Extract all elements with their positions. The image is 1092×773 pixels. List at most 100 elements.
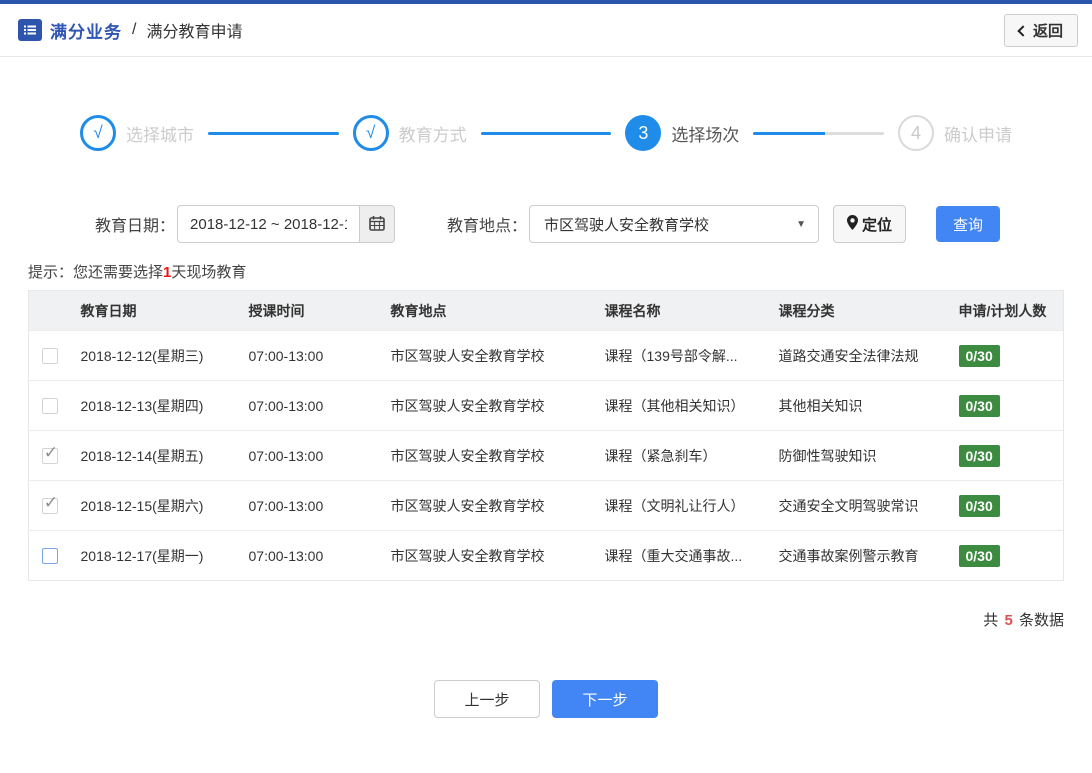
step-1-label: 选择城市 [126,125,194,145]
step-education-mode: √ 教育方式 [352,115,467,151]
session-table-header: 教育日期 授课时间 教育地点 课程名称 课程分类 申请/计划人数 [28,290,1064,331]
row-quota-cell: 0/30 [948,480,1064,531]
row-checkbox-cell [28,380,71,431]
caret-down-icon: ▼ [796,218,807,230]
breadcrumb-secondary: 满分教育申请 [146,24,243,41]
row-date: 2018-12-17(星期一) [70,530,239,581]
column-header-category: 课程分类 [768,290,949,331]
row-date: 2018-12-12(星期三) [70,330,239,381]
session-table-body: 2018-12-12(星期三) 07:00-13:00 市区驾驶人安全教育学校 课程（… [28,330,1064,581]
row-quota-cell: 0/30 [948,330,1064,381]
education-place-select[interactable]: 市区驾驶人安全教育学校 ▼ [529,205,820,243]
step-select-city: √ 选择城市 [80,115,194,151]
education-place-value: 市区驾驶人安全教育学校 [544,216,710,234]
education-date-input[interactable] [177,205,360,243]
row-category: 道路交通安全法律法规 [768,330,949,381]
date-range-group [177,205,396,243]
row-checkbox-cell: ✓ [28,430,71,481]
hint-suffix: 天现场教育 [171,264,247,281]
row-category: 其他相关知识 [768,380,949,431]
step-1-marker: √ [80,115,116,151]
step-select-session: 3 选择场次 [625,115,739,151]
column-header-time: 授课时间 [238,290,381,331]
breadcrumb-separator: / [132,21,137,38]
total-count-number: 5 [1004,612,1013,629]
breadcrumb-primary: 满分业务 [50,22,122,42]
back-button[interactable]: 返回 [1003,13,1078,47]
stepper-connector-3 [753,131,885,135]
row-place: 市区驾驶人安全教育学校 [380,530,595,581]
row-quota-cell: 0/30 [948,380,1064,431]
row-time: 07:00-13:00 [238,380,381,431]
row-date: 2018-12-14(星期五) [70,430,239,481]
row-time: 07:00-13:00 [238,530,381,581]
row-checkbox-cell [28,530,71,581]
total-prefix: 共 [983,612,999,629]
row-place: 市区驾驶人安全教育学校 [380,330,595,381]
step-2-label: 教育方式 [398,125,467,145]
row-category: 交通事故案例警示教育 [768,530,949,581]
step-2-marker: √ [352,115,389,151]
row-checkbox-cell: ✓ [28,480,71,531]
check-icon: ✓ [43,443,58,463]
education-place-label: 教育地点： [447,218,528,235]
row-place: 市区驾驶人安全教育学校 [380,380,595,431]
column-header-quota: 申请/计划人数 [948,290,1064,331]
row-course: 课程（重大交通事故... [594,530,769,581]
row-place: 市区驾驶人安全教育学校 [380,480,595,531]
table-row: ✓ 2018-12-14(星期五) 07:00-13:00 市区驾驶人安全教育学校 课程… [28,430,1064,481]
prev-step-button[interactable]: 上一步 [434,680,540,718]
quota-badge: 0/30 [958,344,1000,367]
locate-button[interactable]: 定位 [833,205,907,243]
row-quota-cell: 0/30 [948,530,1064,581]
row-checkbox[interactable]: ✓ [41,493,58,515]
step-confirm-application: 4 确认申请 [898,115,1012,151]
table-row: 2018-12-17(星期一) 07:00-13:00 市区驾驶人安全教育学校 课程（… [28,530,1064,581]
quota-badge: 0/30 [958,494,1000,517]
row-course: 课程（139号部令解... [594,330,769,381]
row-date: 2018-12-15(星期六) [70,480,239,531]
session-table: 教育日期 授课时间 教育地点 课程名称 课程分类 申请/计划人数 2018-12… [28,290,1064,581]
wizard-actions: 上一步 下一步 [0,680,1092,718]
back-button-label: 返回 [1032,22,1063,40]
row-checkbox[interactable] [41,398,58,415]
stepper-connector-1 [208,131,339,135]
row-category: 交通安全文明驾驶常识 [768,480,949,531]
table-row: ✓ 2018-12-15(星期六) 07:00-13:00 市区驾驶人安全教育学校 课程… [28,480,1064,531]
step-4-label: 确认申请 [944,125,1013,145]
row-checkbox[interactable]: ✓ [41,443,58,465]
filter-bar: 教育日期： 教育地点： 市区驾驶人安全教育学校 ▼ [95,205,1064,243]
row-time: 07:00-13:00 [238,430,381,481]
row-place: 市区驾驶人安全教育学校 [380,430,595,481]
total-count: 共 5 条数据 [0,609,1064,630]
page-header: 满分业务 / 满分教育申请 返回 [0,4,1092,57]
row-checkbox[interactable] [41,348,58,365]
table-row: 2018-12-13(星期四) 07:00-13:00 市区驾驶人安全教育学校 课程（… [28,380,1064,431]
locate-button-label: 定位 [862,216,893,234]
row-category: 防御性驾驶知识 [768,430,949,481]
quota-badge: 0/30 [958,394,1000,417]
column-header-course: 课程名称 [594,290,769,331]
row-date: 2018-12-13(星期四) [70,380,239,431]
quota-badge: 0/30 [958,544,1000,567]
column-header-date: 教育日期 [70,290,239,331]
total-suffix: 条数据 [1018,612,1064,629]
row-checkbox[interactable] [41,548,58,565]
calendar-button[interactable] [359,205,396,243]
quota-badge: 0/30 [958,444,1000,467]
column-header-place: 教育地点 [380,290,595,331]
table-row: 2018-12-12(星期三) 07:00-13:00 市区驾驶人安全教育学校 课程（… [28,330,1064,381]
search-button[interactable]: 查询 [936,206,1001,242]
check-icon: ✓ [43,493,58,513]
step-3-label: 选择场次 [671,125,740,145]
step-3-marker: 3 [625,115,662,151]
stepper: √ 选择城市 √ 教育方式 3 选择场次 4 确认申请 [0,113,1092,153]
next-step-button[interactable]: 下一步 [552,680,658,718]
hint-prefix: 提示：您还需要选择 [28,264,164,281]
location-pin-icon [847,214,859,234]
row-checkbox-cell [28,330,71,381]
row-time: 07:00-13:00 [238,330,381,381]
education-date-label: 教育日期： [95,218,176,235]
chevron-left-icon [1017,24,1029,37]
calendar-icon [369,215,385,234]
